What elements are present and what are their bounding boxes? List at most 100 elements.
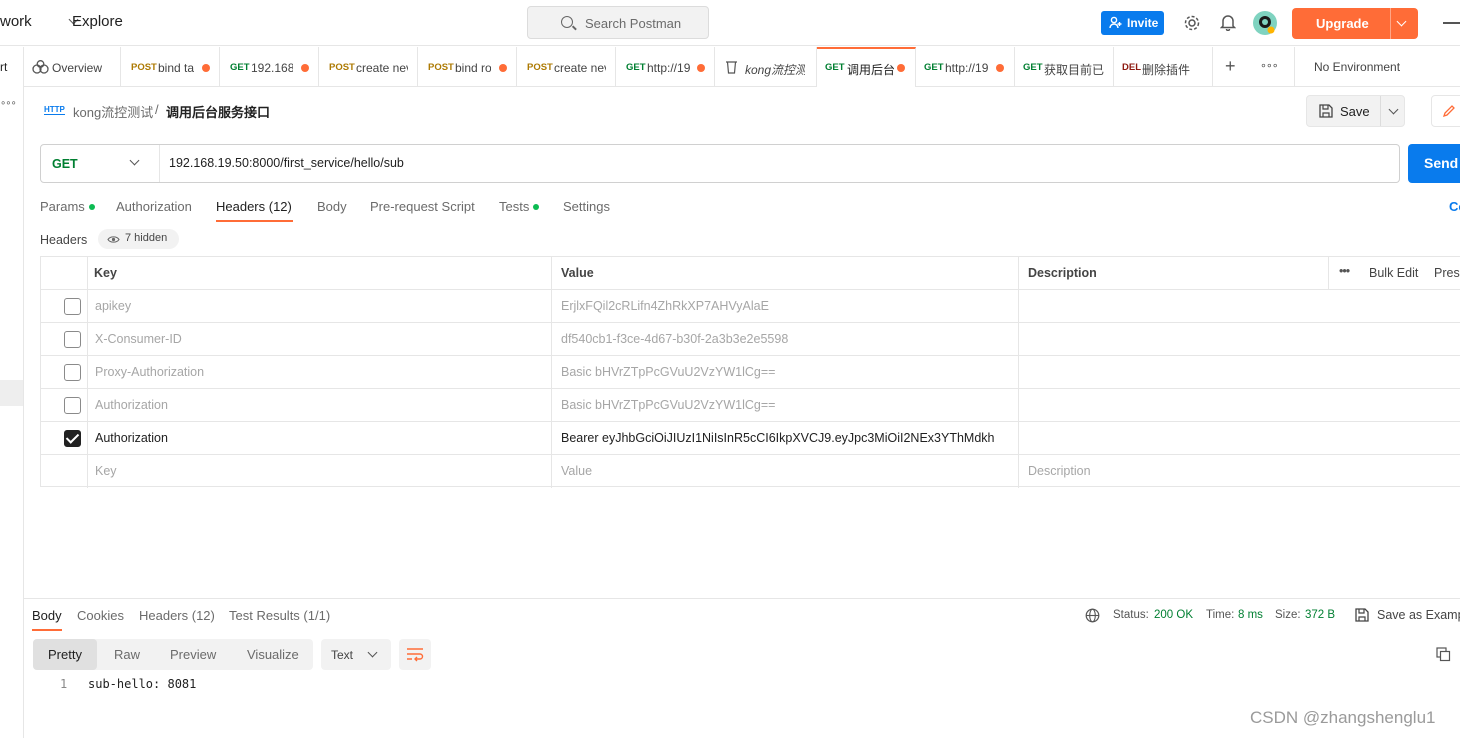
breadcrumb-collection[interactable]: kong流控测试 xyxy=(73,102,153,121)
tab-item[interactable]: DEL 删除插件 xyxy=(1114,47,1213,87)
upgrade-divider xyxy=(1390,8,1391,39)
header-key[interactable]: apikey xyxy=(95,299,131,313)
table-row[interactable]: Authorization Bearer eyJhbGciOiJIUzI1NiI… xyxy=(41,422,1460,455)
header-value[interactable]: Basic bHVrZTpPcGVuU2VzYW1lCg== xyxy=(561,365,775,379)
save-icon xyxy=(1319,104,1333,118)
headers-title: Headers xyxy=(40,233,88,247)
upgrade-button[interactable]: Upgrade xyxy=(1292,8,1418,39)
format-select[interactable]: Text xyxy=(321,639,391,670)
tab-authorization[interactable]: Authorization xyxy=(116,199,192,214)
view-pretty[interactable]: Pretty xyxy=(48,647,82,662)
tab-item[interactable]: POST create nev xyxy=(319,47,418,87)
url-input[interactable]: 192.168.19.50:8000/first_service/hello/s… xyxy=(169,156,404,170)
tab-bar: Overview POST bind tar GET 192.168.1 POS… xyxy=(24,47,1460,87)
size-value[interactable]: 372 B xyxy=(1305,609,1335,621)
time-value[interactable]: 8 ms xyxy=(1238,609,1263,621)
cookies-link[interactable]: Co xyxy=(1449,199,1460,214)
tab-item[interactable]: GET 192.168.1 xyxy=(220,47,319,87)
header-value[interactable]: Bearer eyJhbGciOiJIUzI1NiIsInR5cCI6IkpXV… xyxy=(561,431,994,445)
sidebar-selected-item[interactable] xyxy=(0,380,23,406)
tab-headers[interactable]: Headers (12) xyxy=(216,199,292,214)
table-row-new[interactable]: Key Value Description xyxy=(41,455,1460,488)
chevron-down-icon xyxy=(129,155,140,166)
more-tabs-icon[interactable]: ∘∘∘ xyxy=(1260,59,1279,72)
send-button[interactable]: Send xyxy=(1408,144,1460,183)
environment-selector[interactable]: No Environment xyxy=(1314,60,1400,74)
wrap-lines-button[interactable] xyxy=(399,639,431,670)
tab-settings[interactable]: Settings xyxy=(563,199,610,214)
header-value[interactable]: Basic bHVrZTpPcGVuU2VzYW1lCg== xyxy=(561,398,775,412)
header-value[interactable]: ErjlxFQil2cRLifn4ZhRkXP7AHVyAlaE xyxy=(561,299,769,313)
value-input[interactable]: Value xyxy=(561,464,592,478)
table-row[interactable]: X-Consumer-ID df540cb1-f3ce-4d67-b30f-2a… xyxy=(41,323,1460,356)
invite-button[interactable]: Invite xyxy=(1101,11,1164,35)
tab-body[interactable]: Body xyxy=(317,199,347,214)
tab-item[interactable]: POST bind roi xyxy=(418,47,517,87)
line-number: 1 xyxy=(60,677,68,691)
minimize-icon[interactable] xyxy=(1443,22,1460,24)
tab-prerequest-script[interactable]: Pre-request Script xyxy=(370,199,475,214)
tab-item[interactable]: GET http://19 xyxy=(916,47,1015,87)
key-input[interactable]: Key xyxy=(95,464,117,478)
row-checkbox[interactable] xyxy=(64,397,81,414)
bell-icon[interactable] xyxy=(1220,13,1236,31)
hidden-headers-toggle[interactable]: 7 hidden xyxy=(98,229,179,249)
tab-tests[interactable]: Tests xyxy=(499,199,540,214)
table-header-row: Key Value Description ••• Bulk Edit Pres… xyxy=(41,257,1460,290)
more-icon[interactable]: ∘∘∘ xyxy=(0,98,17,109)
row-checkbox[interactable] xyxy=(64,364,81,381)
presets-button[interactable]: Prese xyxy=(1434,266,1460,280)
status-badge[interactable]: 200 OK xyxy=(1154,609,1193,621)
chevron-down-icon[interactable] xyxy=(1388,104,1399,115)
search-placeholder: Search Postman xyxy=(585,16,682,31)
chevron-down-icon[interactable] xyxy=(1396,16,1407,27)
page-title[interactable]: 调用后台服务接口 xyxy=(166,102,270,121)
explore-link[interactable]: Explore xyxy=(72,13,123,30)
workspaces-menu[interactable]: work xyxy=(0,13,32,30)
response-tab-cookies[interactable]: Cookies xyxy=(77,608,124,623)
view-preview[interactable]: Preview xyxy=(170,647,216,662)
code-line[interactable]: sub-hello: 8081 xyxy=(88,677,196,691)
header-key[interactable]: Proxy-Authorization xyxy=(95,365,204,379)
header-value[interactable]: df540cb1-f3ce-4d67-b30f-2a3b3e2e5598 xyxy=(561,332,788,346)
table-row[interactable]: Proxy-Authorization Basic bHVrZTpPcGVuU2… xyxy=(41,356,1460,389)
description-input[interactable]: Description xyxy=(1028,464,1091,478)
tab-item[interactable]: POST bind tar xyxy=(121,47,220,87)
header-key[interactable]: Authorization xyxy=(95,398,168,412)
header-key[interactable]: X-Consumer-ID xyxy=(95,332,182,346)
tab-item[interactable]: GET http://19 xyxy=(616,47,715,87)
view-visualize[interactable]: Visualize xyxy=(247,647,299,662)
response-tab-headers[interactable]: Headers (12) xyxy=(139,608,215,623)
view-raw[interactable]: Raw xyxy=(114,647,140,662)
sidebar-partial-label[interactable]: rt xyxy=(0,60,7,74)
tab-params[interactable]: Params xyxy=(40,199,95,214)
copy-icon[interactable] xyxy=(1436,647,1451,662)
tab-item-active[interactable]: GET 调用后台 xyxy=(817,47,916,87)
method-label: GET xyxy=(52,157,78,171)
row-checkbox[interactable] xyxy=(64,298,81,315)
plus-icon[interactable]: + xyxy=(1225,56,1236,77)
row-checkbox[interactable] xyxy=(64,331,81,348)
status-dot xyxy=(88,204,95,210)
gear-icon[interactable] xyxy=(1183,14,1201,32)
tab-overview[interactable]: Overview xyxy=(24,47,121,87)
tab-item[interactable]: GET 获取目前已 xyxy=(1015,47,1114,87)
save-button[interactable]: Save xyxy=(1306,95,1405,127)
response-tab-body[interactable]: Body xyxy=(32,608,62,623)
globe-icon[interactable] xyxy=(1085,608,1100,623)
table-row[interactable]: apikey ErjlxFQil2cRLifn4ZhRkXP7AHVyAlaE xyxy=(41,290,1460,323)
tab-item[interactable]: kong流控测 xyxy=(715,47,817,87)
method-select[interactable]: GET xyxy=(41,145,160,182)
row-checkbox-checked[interactable] xyxy=(64,430,81,447)
search-bar[interactable]: Search Postman xyxy=(527,6,709,39)
tab-item[interactable]: POST create nev xyxy=(517,47,616,87)
edit-button[interactable] xyxy=(1431,95,1460,127)
header-key[interactable]: Authorization xyxy=(95,431,168,445)
table-row[interactable]: Authorization Basic bHVrZTpPcGVuU2VzYW1l… xyxy=(41,389,1460,422)
response-tab-test-results[interactable]: Test Results (1/1) xyxy=(229,608,330,623)
more-options-icon[interactable]: ••• xyxy=(1339,264,1350,278)
avatar[interactable] xyxy=(1252,10,1278,36)
search-icon xyxy=(561,16,573,28)
bulk-edit-button[interactable]: Bulk Edit xyxy=(1369,266,1418,280)
save-as-example-button[interactable]: Save as Examp xyxy=(1377,608,1460,622)
